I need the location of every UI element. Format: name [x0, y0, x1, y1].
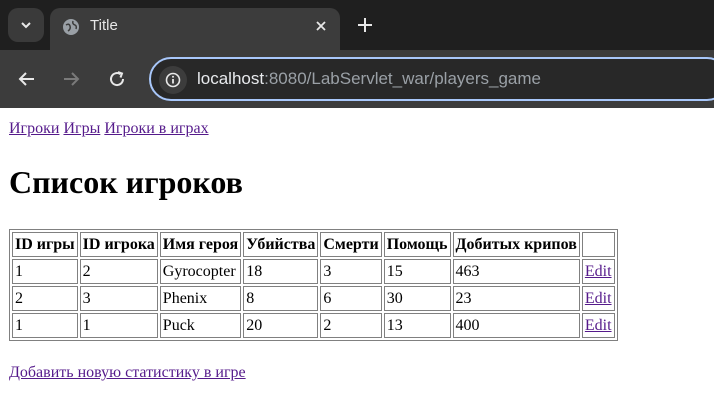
forward-arrow-icon	[64, 72, 80, 86]
cell-player-id: 2	[79, 259, 158, 284]
edit-link[interactable]: Edit	[585, 317, 612, 334]
table-header-row: ID игры ID игрока Имя героя Убийства Сме…	[12, 232, 615, 257]
cell-deaths: 2	[320, 313, 382, 338]
browser-toolbar: localhost:8080/LabServlet_war/players_ga…	[0, 50, 714, 108]
plus-icon	[358, 18, 372, 32]
cell-player-id: 3	[79, 286, 158, 311]
column-header-kills: Убийства	[243, 232, 319, 257]
column-header-actions	[581, 232, 615, 257]
back-arrow-icon	[18, 72, 34, 86]
url-text: localhost:8080/LabServlet_war/players_ga…	[197, 69, 541, 89]
edit-link[interactable]: Edit	[585, 290, 612, 307]
add-game-stats-link[interactable]: Добавить новую статистику в игре	[9, 364, 246, 382]
cell-creeps: 400	[452, 313, 580, 338]
address-bar[interactable]: localhost:8080/LabServlet_war/players_ga…	[149, 57, 714, 101]
cell-assists: 30	[383, 286, 451, 311]
column-header-hero-name: Имя героя	[159, 232, 242, 257]
cell-hero-name: Phenix	[159, 286, 242, 311]
cell-kills: 18	[243, 259, 319, 284]
cell-assists: 13	[383, 313, 451, 338]
chevron-down-icon	[21, 22, 31, 29]
tab-strip: Title	[0, 0, 714, 50]
nav-link-games[interactable]: Игры	[63, 120, 100, 137]
column-header-deaths: Смерти	[320, 232, 382, 257]
cell-game-id: 1	[12, 313, 78, 338]
cell-deaths: 3	[320, 259, 382, 284]
url-host: localhost	[197, 69, 265, 88]
nav-link-players-in-games[interactable]: Игроки в играх	[104, 120, 208, 137]
forward-button[interactable]	[59, 67, 83, 91]
cell-hero-name: Puck	[159, 313, 242, 338]
page-content: Игроки Игры Игроки в играх Список игроко…	[0, 108, 714, 411]
cell-creeps: 23	[452, 286, 580, 311]
browser-chrome: Title localhost:8080/LabServlet_war/play…	[0, 0, 714, 108]
column-header-assists: Помощь	[383, 232, 451, 257]
table-row: 1 2 Gyrocopter 18 3 15 463 Edit	[12, 259, 615, 284]
edit-link[interactable]: Edit	[585, 263, 612, 280]
table-row: 1 1 Puck 20 2 13 400 Edit	[12, 313, 615, 338]
cell-kills: 8	[243, 286, 319, 311]
close-icon	[316, 21, 326, 31]
cell-actions: Edit	[581, 286, 615, 311]
cell-player-id: 1	[79, 313, 158, 338]
url-path: :8080/LabServlet_war/players_game	[264, 69, 541, 88]
site-info-icon	[165, 72, 181, 88]
browser-tab[interactable]: Title	[50, 8, 340, 50]
reload-button[interactable]	[105, 67, 129, 91]
cell-actions: Edit	[581, 259, 615, 284]
tab-search-button[interactable]	[8, 8, 44, 42]
cell-actions: Edit	[581, 313, 615, 338]
tab-close-button[interactable]	[312, 17, 330, 35]
top-nav: Игроки Игры Игроки в играх	[9, 120, 209, 138]
column-header-game-id: ID игры	[12, 232, 78, 257]
reload-icon	[110, 71, 125, 87]
column-header-creeps: Добитых крипов	[452, 232, 580, 257]
cell-assists: 15	[383, 259, 451, 284]
new-tab-button[interactable]	[354, 14, 376, 36]
cell-creeps: 463	[452, 259, 580, 284]
globe-icon	[63, 19, 79, 35]
table-row: 2 3 Phenix 8 6 30 23 Edit	[12, 286, 615, 311]
tab-title: Title	[90, 17, 118, 34]
cell-kills: 20	[243, 313, 319, 338]
cell-game-id: 2	[12, 286, 78, 311]
cell-hero-name: Gyrocopter	[159, 259, 242, 284]
nav-link-players[interactable]: Игроки	[9, 120, 59, 137]
site-info-button[interactable]	[159, 66, 187, 94]
cell-game-id: 1	[12, 259, 78, 284]
column-header-player-id: ID игрока	[79, 232, 158, 257]
players-table: ID игры ID игрока Имя героя Убийства Сме…	[9, 229, 618, 341]
page-title: Список игроков	[9, 164, 243, 200]
cell-deaths: 6	[320, 286, 382, 311]
back-button[interactable]	[15, 67, 39, 91]
